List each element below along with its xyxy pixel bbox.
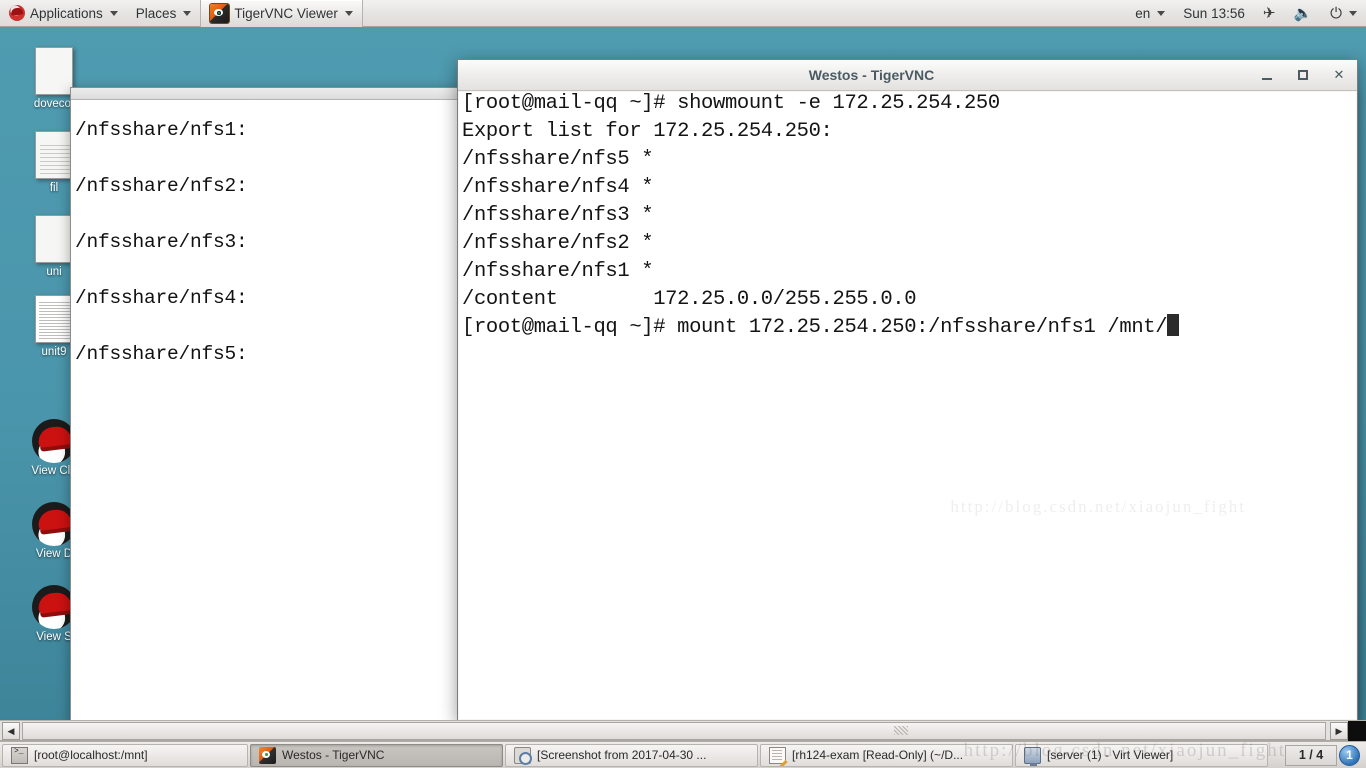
tigervnc-icon [259,746,276,764]
places-menu[interactable]: Places [127,0,201,27]
active-window-menu[interactable]: TigerVNC Viewer [200,0,363,27]
keyboard-layout-label: en [1135,5,1151,21]
terminal-line: /nfsshare/nfs3 * [462,204,654,227]
maximize-button[interactable] [1285,60,1321,91]
chevron-down-icon [1157,10,1166,16]
bg-line: /nfsshare/nfs2: [75,175,248,197]
chevron-down-icon [109,10,118,16]
scroll-left-button[interactable]: ◀ [2,722,20,740]
file-icon [35,47,73,95]
terminal-line: [root@mail-qq ~]# showmount -e 172.25.25… [462,92,1000,115]
power-icon: ⏻ [1330,4,1342,22]
terminal-icon [11,746,28,764]
tigervnc-titlebar[interactable]: Westos - TigerVNC ✕ [458,60,1357,91]
volume-muted-icon[interactable]: 🔈 [1284,0,1321,27]
bg-line: /nfsshare/nfs5: [75,343,248,365]
clock[interactable]: Sun 13:56 [1174,0,1254,27]
terminal-output: [root@mail-qq ~]# showmount -e 172.25.25… [462,92,1356,342]
chevron-down-icon [344,10,353,16]
minimize-button[interactable] [1249,60,1285,91]
applications-menu[interactable]: Applications [0,0,127,27]
taskbar-item-tigervnc[interactable]: Westos - TigerVNC [250,743,503,767]
taskbar-item-label: [server (1) - Virt Viewer] [1047,748,1174,762]
terminal-line: /nfsshare/nfs2 * [462,232,654,255]
file-icon [35,215,73,263]
taskbar-item-label: Westos - TigerVNC [282,748,385,762]
scrollbar-corner [1348,721,1366,741]
scrollbar-grip-icon [894,726,908,735]
tigervnc-window[interactable]: Westos - TigerVNC ✕ [root@mail-qq ~]# sh… [457,59,1358,721]
screen: Applications Places TigerVNC Viewer en S… [0,0,1366,768]
terminal-cursor [1167,314,1180,336]
tigervnc-icon [210,3,230,23]
terminal-prompt-line: [root@mail-qq ~]# mount 172.25.254.250:/… [462,316,1168,339]
document-icon [769,746,786,764]
tigervnc-terminal-body[interactable]: [root@mail-qq ~]# showmount -e 172.25.25… [459,92,1356,719]
bg-line: /nfsshare/nfs4: [75,287,248,309]
titlebar-left-pad [458,60,494,91]
chevron-down-icon [183,10,192,16]
terminal-line: /nfsshare/nfs4 * [462,176,654,199]
hscrollbar-thumb[interactable] [22,722,1326,740]
terminal-line: /nfsshare/nfs5 * [462,148,654,171]
document-icon [35,295,73,343]
viewer-horizontal-scrollbar[interactable]: ◀ ▶ [0,720,1366,741]
tray-badge[interactable]: 1 [1339,744,1360,766]
terminal-line: /content 172.25.0.0/255.255.0.0 [462,288,917,311]
gnome-top-panel: Applications Places TigerVNC Viewer en S… [0,0,1366,27]
terminal-line: /nfsshare/nfs1 * [462,260,654,283]
airplane-mode-icon[interactable]: ✈ [1254,0,1285,27]
taskbar-item-label: [rh124-exam [Read-Only] (~/D... [792,748,964,762]
taskbar-item-label: [root@localhost:/mnt] [34,748,148,762]
chevron-down-icon [1349,10,1357,16]
taskbar-item-label: [Screenshot from 2017-04-30 ... [537,748,707,762]
active-window-label: TigerVNC Viewer [234,5,338,21]
bg-line: /nfsshare/nfs1: [75,119,248,141]
scroll-right-button[interactable]: ▶ [1330,722,1348,740]
system-menu[interactable]: ⏻ [1321,0,1366,27]
places-menu-label: Places [135,5,177,21]
workspace-pager[interactable]: 1 / 4 [1285,744,1337,766]
clock-label: Sun 13:56 [1183,5,1245,21]
virt-viewer-icon [1024,746,1041,766]
keyboard-layout-indicator[interactable]: en [1126,0,1174,27]
taskbar-item-terminal[interactable]: [root@localhost:/mnt] [2,743,248,767]
screenshot-icon [514,746,532,765]
redhat-logo-icon [9,5,25,21]
desktop: dovecot fil uni unit9 View Cla View D Vi… [0,27,1366,741]
terminal-line: Export list for 172.25.254.250: [462,120,833,143]
text-file-icon [35,131,73,179]
applications-menu-label: Applications [30,5,103,21]
close-button[interactable]: ✕ [1321,60,1357,91]
workspace-pager-label: 1 / 4 [1298,748,1324,762]
taskbar-item-virt-viewer[interactable]: [server (1) - Virt Viewer] [1015,743,1268,767]
close-icon: ✕ [1333,67,1345,82]
tray-badge-label: 1 [1346,748,1353,762]
taskbar-item-screenshot[interactable]: [Screenshot from 2017-04-30 ... [505,743,758,767]
taskbar: [root@localhost:/mnt] Westos - TigerVNC … [0,741,1366,768]
window-title: Westos - TigerVNC [808,67,935,83]
taskbar-item-rh124-exam[interactable]: [rh124-exam [Read-Only] (~/D... [760,743,1013,767]
bg-line: /nfsshare/nfs3: [75,231,248,253]
